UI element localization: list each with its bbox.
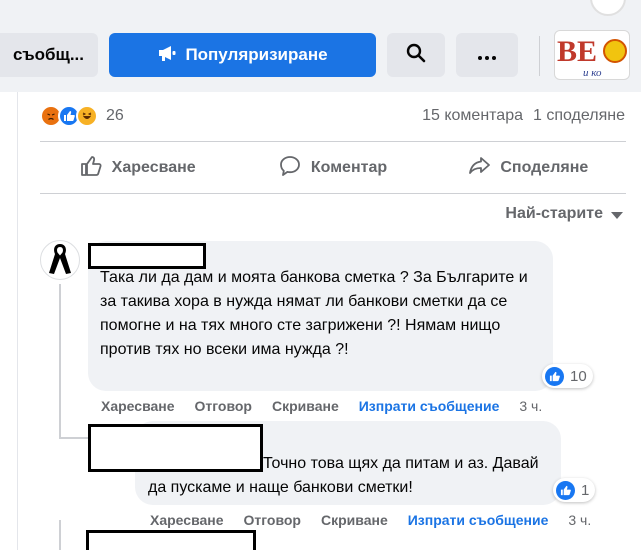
- logo-subtext: и ко: [583, 67, 602, 79]
- reply-actions: Харесване Отговор Скриване Изпрати съобщ…: [150, 512, 591, 528]
- thread-line-continued: [59, 520, 61, 550]
- comments-count-link[interactable]: 15 коментара: [422, 107, 523, 125]
- promote-button-label: Популяризиране: [185, 45, 328, 64]
- page-toolbar: съобщ... Популяризиране BE и ко: [0, 0, 641, 92]
- reply-reaction-count[interactable]: 1: [553, 478, 596, 502]
- reply-timestamp[interactable]: 3 ч.: [568, 512, 591, 528]
- reply-text: Точно това щях да питам и аз. Давай да п…: [148, 452, 548, 500]
- comment-hide-button[interactable]: Скриване: [272, 398, 339, 414]
- megaphone-icon: [157, 44, 177, 67]
- reaction-count: 26: [106, 107, 124, 124]
- reply-send-message-link[interactable]: Изпрати съобщение: [408, 512, 549, 528]
- commenter-avatar[interactable]: [40, 240, 80, 280]
- promote-button[interactable]: Популяризиране: [109, 33, 376, 77]
- reply-reply-button[interactable]: Отговор: [244, 512, 301, 528]
- search-button[interactable]: [387, 33, 445, 77]
- comment-actions: Харесване Отговор Скриване Изпрати съобщ…: [101, 398, 542, 414]
- reply-text-content: Точно това щях да питам и аз. Давай да п…: [148, 455, 539, 496]
- reply-hide-button[interactable]: Скриване: [321, 512, 388, 528]
- message-button[interactable]: съобщ...: [0, 33, 98, 77]
- share-button[interactable]: Споделяне: [431, 148, 626, 188]
- post-stats: 15 коментара 1 споделяне: [422, 107, 625, 125]
- comment-reply-button[interactable]: Отговор: [195, 398, 252, 414]
- share-button-label: Споделяне: [500, 159, 589, 176]
- comment-reaction-count[interactable]: 10: [542, 364, 593, 388]
- reply-like-count: 1: [581, 481, 590, 499]
- caret-down-icon: [611, 211, 623, 219]
- message-button-label: съобщ...: [12, 45, 84, 64]
- profile-circle[interactable]: [590, 0, 626, 16]
- shares-count-link[interactable]: 1 споделяне: [533, 107, 625, 125]
- comment-button-label: Коментар: [310, 159, 388, 176]
- like-icon: [545, 366, 564, 386]
- share-icon: [468, 155, 491, 182]
- page-avatar-logo[interactable]: BE и ко: [554, 30, 630, 80]
- comment-timestamp[interactable]: 3 ч.: [519, 398, 542, 414]
- comment-sort-dropdown[interactable]: Най-старите: [505, 205, 623, 223]
- haha-reaction-icon: [76, 105, 98, 127]
- mourning-ribbon-icon: [45, 240, 75, 281]
- thread-branch: [59, 437, 89, 439]
- toolbar-divider: [539, 36, 540, 76]
- reply-like-button[interactable]: Харесване: [150, 512, 224, 528]
- like-button-label: Харесване: [111, 159, 196, 176]
- thread-line: [59, 284, 61, 439]
- comment-sort-label: Най-старите: [505, 205, 603, 222]
- more-icon: [478, 45, 496, 65]
- divider-bottom: [40, 193, 626, 194]
- comment-like-button[interactable]: Харесване: [101, 398, 175, 414]
- like-button[interactable]: Харесване: [40, 148, 235, 188]
- more-options-button[interactable]: [456, 33, 518, 77]
- search-icon: [406, 43, 426, 68]
- logo-text: BE: [557, 35, 597, 68]
- post-actions: Харесване Коментар Споделяне: [40, 146, 626, 190]
- like-icon: [80, 155, 102, 182]
- comment-icon: [279, 155, 301, 182]
- reactions-summary[interactable]: 26: [40, 104, 124, 128]
- divider-top: [40, 141, 626, 142]
- like-icon: [556, 480, 575, 500]
- send-message-link[interactable]: Изпрати съобщение: [359, 398, 500, 414]
- comment-button[interactable]: Коментар: [235, 148, 430, 188]
- redacted-next-commenter: [86, 530, 256, 550]
- comment-like-count: 10: [570, 367, 587, 385]
- comment-text: Така ли да дам и моята банкова сметка ? …: [100, 269, 528, 358]
